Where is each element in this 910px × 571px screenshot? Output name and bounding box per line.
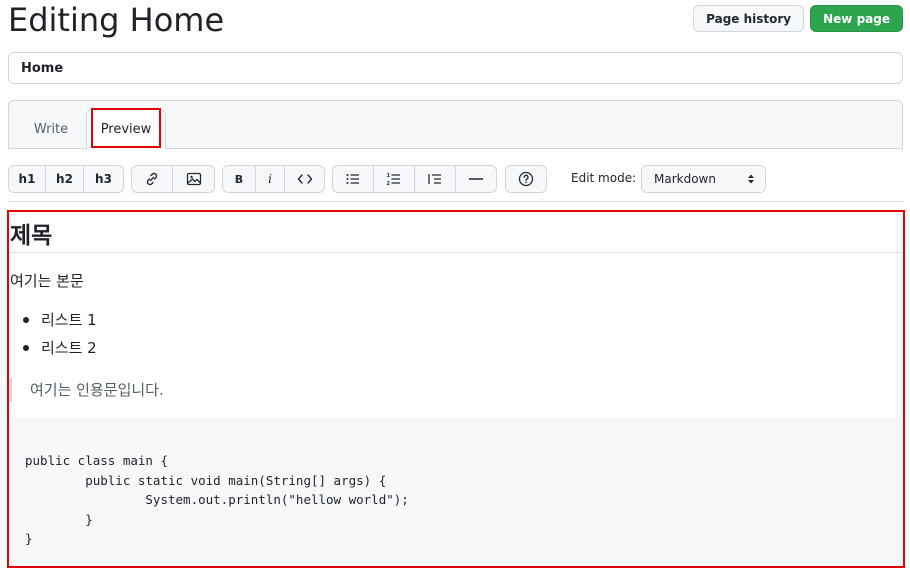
preview-paragraph: 여기는 본문 bbox=[10, 272, 84, 290]
heading-underline bbox=[9, 252, 903, 253]
link-icon bbox=[146, 172, 158, 186]
italic-button[interactable]: i bbox=[256, 166, 285, 192]
list-item-text: 리스트 2 bbox=[41, 339, 97, 357]
header-actions: Page history New page bbox=[693, 5, 903, 32]
image-icon bbox=[186, 172, 201, 186]
bold-button[interactable]: B bbox=[223, 166, 256, 192]
svg-text:2: 2 bbox=[387, 181, 391, 187]
edit-mode-select[interactable]: Markdown bbox=[641, 165, 766, 193]
preview-panel: 제목 여기는 본문 리스트 1 리스트 2 여기는 인용문입니다. public… bbox=[7, 210, 905, 568]
bullet-icon bbox=[23, 345, 29, 351]
ordered-list-icon: 12 bbox=[387, 173, 400, 187]
preview-heading: 제목 bbox=[10, 223, 53, 249]
heading-button-group: h1 h2 h3 bbox=[8, 165, 124, 193]
task-list-button[interactable] bbox=[415, 166, 456, 192]
h1-button[interactable]: h1 bbox=[9, 166, 46, 192]
preview-blockquote: 여기는 인용문입니다. bbox=[9, 378, 164, 402]
editor-tabbar: Write Preview bbox=[8, 100, 903, 150]
preview-list: 리스트 1 리스트 2 bbox=[9, 310, 97, 366]
link-button[interactable] bbox=[132, 166, 173, 192]
unordered-list-button[interactable] bbox=[333, 166, 374, 192]
page-title-input[interactable]: Home bbox=[8, 52, 903, 84]
list-button-group: 12 bbox=[332, 165, 497, 193]
page-history-button[interactable]: Page history bbox=[693, 5, 805, 32]
help-button-group bbox=[505, 165, 547, 193]
edit-mode-label: Edit mode: bbox=[571, 171, 637, 185]
insert-button-group bbox=[131, 165, 215, 193]
tab-preview[interactable]: Preview bbox=[86, 109, 166, 150]
list-item: 리스트 1 bbox=[9, 310, 97, 338]
tab-write[interactable]: Write bbox=[21, 109, 81, 150]
quote-icon bbox=[428, 174, 441, 184]
page-title: Editing Home bbox=[8, 1, 225, 39]
ordered-list-button[interactable]: 12 bbox=[374, 166, 415, 192]
horizontal-rule-icon bbox=[469, 178, 483, 180]
markdown-toolbar: h1 h2 h3 B i 12 Edit mode: Markdown bbox=[8, 165, 903, 193]
new-page-button[interactable]: New page bbox=[810, 5, 903, 32]
list-item-text: 리스트 1 bbox=[41, 311, 97, 329]
code-button[interactable] bbox=[285, 166, 324, 192]
help-icon bbox=[518, 171, 534, 187]
image-button[interactable] bbox=[173, 166, 214, 192]
h2-button[interactable]: h2 bbox=[46, 166, 84, 192]
unordered-list-icon bbox=[346, 174, 359, 184]
h3-button[interactable]: h3 bbox=[84, 166, 123, 192]
code-icon bbox=[297, 174, 312, 184]
toolbar-divider bbox=[8, 201, 903, 202]
format-button-group: B i bbox=[222, 165, 325, 193]
help-button[interactable] bbox=[506, 166, 546, 192]
edit-mode-value: Markdown bbox=[654, 172, 716, 186]
preview-code-block: public class main { public static void m… bbox=[9, 417, 903, 566]
horizontal-rule-button[interactable] bbox=[456, 166, 496, 192]
bullet-icon bbox=[23, 317, 29, 323]
sort-arrows-icon bbox=[748, 174, 754, 184]
svg-text:1: 1 bbox=[387, 173, 391, 179]
list-item: 리스트 2 bbox=[9, 338, 97, 366]
